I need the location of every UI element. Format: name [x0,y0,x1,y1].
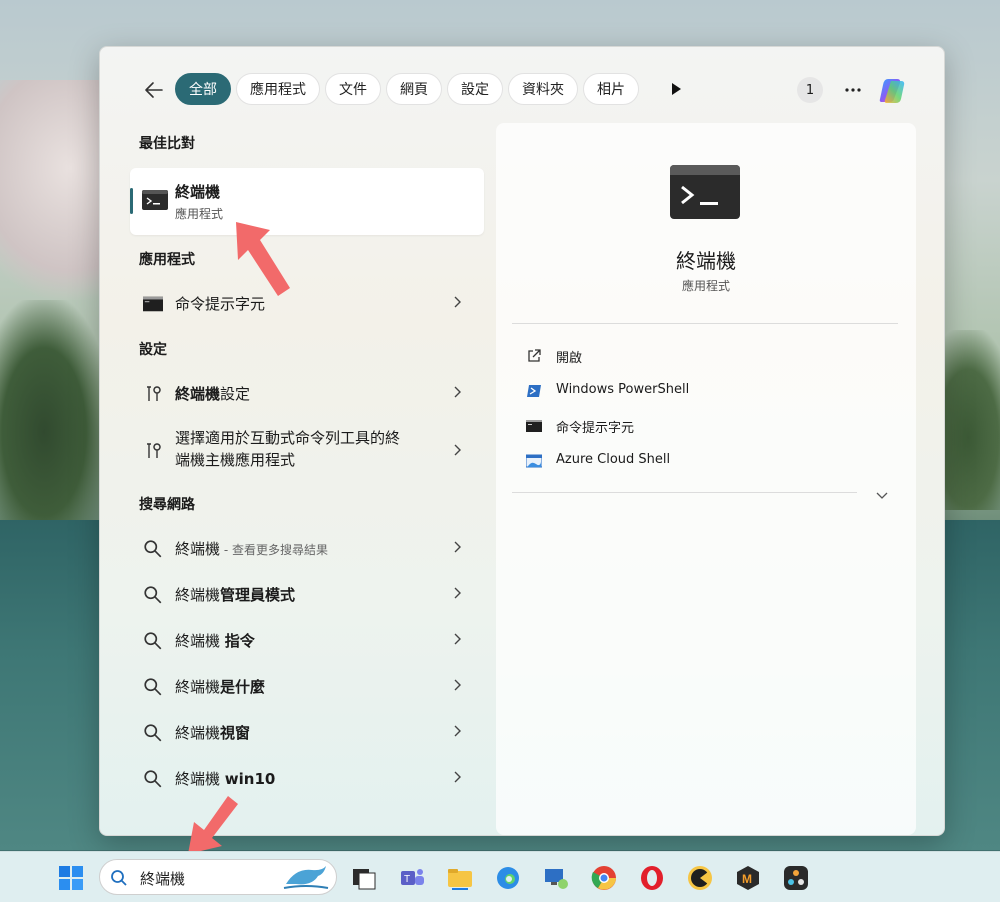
settings-tools-icon [143,384,163,404]
filter-chips: 全部 應用程式 文件 網頁 設定 資料夾 相片 [175,73,639,105]
filter-chip-photos[interactable]: 相片 [583,73,639,105]
divider [512,323,898,324]
windows-start-icon[interactable] [58,865,84,891]
action-azure-cloud-shell[interactable]: Azure Cloud Shell [522,447,882,475]
action-command-prompt[interactable]: 命令提示字元 [522,412,882,440]
search-icon [144,632,162,650]
web-result-5[interactable]: 終端機視窗 [130,712,484,752]
settings-tools-icon [143,441,163,461]
copilot-icon[interactable] [877,73,911,107]
opera-icon[interactable] [638,864,666,892]
action-open[interactable]: 開啟 [522,342,882,370]
search-icon [144,586,162,604]
web-result-2[interactable]: 終端機管理員模式 [130,574,484,614]
result-label: 終端機是什麼 [175,678,266,696]
settings-result-terminal-host[interactable]: 選擇適用於互動式命令列工具的終 端機主機應用程式 [130,423,484,479]
more-options-button[interactable] [840,77,866,103]
rewards-badge[interactable]: 1 [797,77,823,103]
search-flyout: 全部 應用程式 文件 網頁 設定 資料夾 相片 1 最佳比對 終端機 應用程式 … [99,46,945,836]
command-prompt-icon [526,420,542,432]
section-title-apps: 應用程式 [139,252,195,268]
nuke-app-icon[interactable] [686,864,714,892]
chrome-icon[interactable] [590,864,618,892]
play-icon[interactable] [668,81,684,97]
search-icon [111,870,127,886]
result-label: 終端機 - 查看更多搜尋結果 [175,540,328,558]
annotation-arrow-upper [236,222,290,296]
preview-title: 終端機 [676,249,736,273]
settings-result-terminal-settings[interactable]: 終端機設定 [130,373,484,413]
background-trees-left [0,300,110,520]
chevron-right-icon[interactable] [450,295,464,309]
filter-chip-all[interactable]: 全部 [175,73,231,105]
command-prompt-icon [143,294,163,314]
chevron-right-icon[interactable] [450,678,464,692]
app-result-command-prompt[interactable]: 命令提示字元 [130,283,484,323]
filter-chip-web[interactable]: 網頁 [386,73,442,105]
section-title-web: 搜尋網路 [139,497,195,513]
chevron-right-icon[interactable] [450,770,464,784]
section-title-best-match: 最佳比對 [139,136,195,152]
task-view-icon[interactable] [350,864,378,892]
ellipsis-icon [845,88,861,92]
result-label: 終端機視窗 [175,724,251,742]
preview-pane: 終端機 應用程式 開啟 Windows PowerShell 命令提示字元 Az… [496,123,916,835]
annotation-arrow-lower [188,796,238,854]
result-label: 終端機設定 [175,385,251,403]
action-powershell[interactable]: Windows PowerShell [522,377,882,405]
web-result-1[interactable]: 終端機 - 查看更多搜尋結果 [130,528,484,568]
filter-chip-documents[interactable]: 文件 [325,73,381,105]
svg-text:M: M [742,872,752,886]
edge-browser-icon[interactable] [494,864,522,892]
taskbar-search-box[interactable]: 終端機 [99,859,337,895]
search-icon [144,770,162,788]
action-label: Windows PowerShell [556,382,690,397]
section-title-settings: 設定 [139,342,167,358]
action-label: Azure Cloud Shell [556,452,671,467]
back-button[interactable] [141,77,167,103]
azure-cloud-shell-icon [526,454,542,468]
back-arrow-icon [145,82,163,98]
best-match-subtitle: 應用程式 [175,207,224,221]
chevron-right-icon[interactable] [450,540,464,554]
result-label: 終端機 指令 [175,632,255,650]
best-match-title: 終端機 [175,183,221,201]
terminal-icon [142,190,168,210]
svg-text:T: T [404,874,410,885]
result-label: 選擇適用於互動式命令列工具的終 端機主機應用程式 [175,429,401,469]
chevron-down-icon[interactable] [874,487,890,503]
taskbar: 終端機 T M [0,851,1000,902]
chevron-right-icon[interactable] [450,632,464,646]
filter-chip-folders[interactable]: 資料夾 [508,73,578,105]
filter-chip-apps[interactable]: 應用程式 [236,73,320,105]
search-highlight-dolphin-icon [283,866,329,889]
remote-desktop-icon[interactable] [542,864,570,892]
open-external-icon [528,349,541,362]
terminal-icon [670,165,740,219]
malwarebytes-style-icon[interactable]: M [734,864,762,892]
search-query: 終端機 [140,870,186,888]
search-icon [144,724,162,742]
action-label: 命令提示字元 [556,421,635,436]
web-result-4[interactable]: 終端機是什麼 [130,666,484,706]
chevron-right-icon[interactable] [450,385,464,399]
search-icon [144,678,162,696]
result-label: 終端機 win10 [175,770,276,788]
powershell-icon [527,385,541,397]
teams-icon[interactable]: T [398,864,426,892]
preview-subtitle: 應用程式 [681,279,730,293]
chevron-right-icon[interactable] [450,586,464,600]
divider [512,492,857,493]
chevron-right-icon[interactable] [450,443,464,457]
search-icon [144,540,162,558]
web-result-3[interactable]: 終端機 指令 [130,620,484,660]
selection-indicator [130,188,133,214]
chevron-right-icon[interactable] [450,724,464,738]
result-label: 終端機管理員模式 [175,586,296,604]
best-match-item[interactable]: 終端機 應用程式 [130,168,484,235]
davinci-resolve-icon[interactable] [782,864,810,892]
filter-chip-settings[interactable]: 設定 [447,73,503,105]
file-explorer-icon[interactable] [446,864,474,892]
action-label: 開啟 [556,351,583,366]
